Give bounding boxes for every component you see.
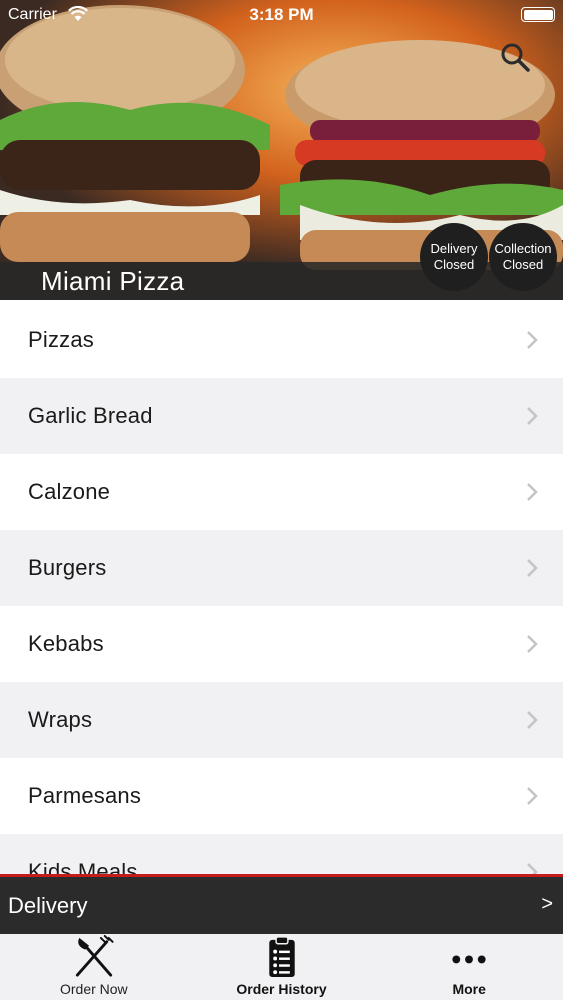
menu-item-label: Calzone [28,479,111,504]
menu-item-label: Wraps [28,707,93,732]
delivery-status-line2: Closed [433,257,475,272]
chevron-right-icon [527,787,538,805]
delivery-mode-label: Delivery [8,893,88,918]
chevron-right-icon [527,559,538,577]
menu-item-calzone[interactable]: Calzone [0,454,563,530]
menu-item-kids-meals[interactable]: Kids Meals [0,834,563,876]
menu-item-wraps[interactable]: Wraps [0,682,563,758]
chevron-right-icon [527,331,538,349]
tab-order-now[interactable]: Order Now [0,934,188,1000]
store-name: Miami Pizza [41,266,185,296]
tab-more[interactable]: More [375,934,563,1000]
search-icon[interactable] [498,40,532,74]
collection-status-badge: Collection Closed [489,223,557,291]
chevron-right-icon [527,407,538,425]
tab-label: Order Now [59,981,128,997]
status-bar: Carrier 3:18 PM [0,0,563,30]
menu-item-label: Pizzas [28,327,94,352]
category-list: Pizzas Garlic Bread Calzone Burgers Keba… [0,302,563,876]
tab-label: More [452,981,486,997]
chevron-right-icon [527,711,538,729]
battery-icon [521,7,555,22]
menu-item-label: Garlic Bread [28,403,153,428]
delivery-status-line1: Delivery [430,241,478,256]
menu-item-label: Burgers [28,555,107,580]
tab-label: Order History [236,981,327,997]
collection-status-line1: Collection [494,241,552,256]
delivery-mode-bar[interactable]: Delivery > [0,874,563,934]
delivery-status-badge: Delivery Closed [420,223,488,291]
hero-banner: Carrier 3:18 PM Miami Pizza Delivery Clo… [0,0,563,300]
menu-item-parmesans[interactable]: Parmesans [0,758,563,834]
menu-item-label: Parmesans [28,783,142,808]
fork-knife-icon [75,934,114,977]
clipboard-list-icon [268,936,295,978]
more-dots-icon [452,955,486,964]
menu-item-kebabs[interactable]: Kebabs [0,606,563,682]
chevron-right-icon [527,635,538,653]
menu-item-garlic-bread[interactable]: Garlic Bread [0,378,563,454]
tab-order-history[interactable]: Order History [188,934,376,1000]
tab-bar: Order Now Order History More [0,934,563,1000]
collection-status-line2: Closed [502,257,544,272]
menu-item-pizzas[interactable]: Pizzas [0,302,563,378]
menu-item-burgers[interactable]: Burgers [0,530,563,606]
clock: 3:18 PM [249,5,314,24]
menu-item-label: Kebabs [28,631,104,656]
delivery-arrow: > [541,893,553,915]
chevron-right-icon [527,483,538,501]
